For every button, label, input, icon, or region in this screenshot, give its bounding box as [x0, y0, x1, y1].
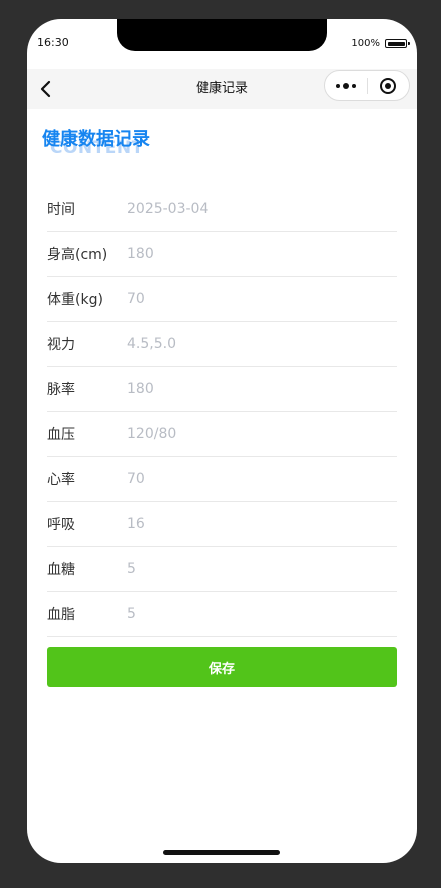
field-label: 视力 [47, 337, 75, 353]
status-bar-right: 100% [351, 38, 410, 49]
form-row-blood-pressure[interactable]: 血压 120/80 [47, 412, 397, 457]
date-input[interactable]: 2025-03-04 [127, 201, 208, 217]
form-row-time[interactable]: 时间 2025-03-04 [47, 187, 397, 232]
field-label: 时间 [47, 202, 75, 218]
form-row-vision[interactable]: 视力 4.5,5.0 [47, 322, 397, 367]
battery-icon [385, 39, 410, 48]
battery-percent: 100% [351, 38, 380, 49]
page-heading-block: CONTENT 健康数据记录 [42, 125, 242, 165]
status-time: 16:30 [37, 36, 69, 49]
save-button[interactable]: 保存 [47, 647, 397, 687]
field-label: 脉率 [47, 382, 75, 398]
blood-sugar-input[interactable]: 5 [127, 561, 136, 577]
form-row-blood-sugar[interactable]: 血糖 5 [47, 547, 397, 592]
respiration-input[interactable]: 16 [127, 516, 145, 532]
health-form: 时间 2025-03-04 身高(cm) 180 体重(kg) 70 视力 4.… [47, 187, 397, 637]
field-label: 血压 [47, 427, 75, 443]
field-label: 呼吸 [47, 517, 75, 533]
notch [117, 19, 327, 51]
form-row-heart-rate[interactable]: 心率 70 [47, 457, 397, 502]
field-label: 血糖 [47, 562, 75, 578]
field-label: 心率 [47, 472, 75, 488]
field-label: 血脂 [47, 607, 75, 623]
form-row-respiration[interactable]: 呼吸 16 [47, 502, 397, 547]
home-indicator[interactable] [163, 850, 280, 855]
field-label: 身高(cm) [47, 247, 108, 263]
vision-input[interactable]: 4.5,5.0 [127, 336, 176, 352]
form-row-height[interactable]: 身高(cm) 180 [47, 232, 397, 277]
form-row-pulse[interactable]: 脉率 180 [47, 367, 397, 412]
blood-pressure-input[interactable]: 120/80 [127, 426, 176, 442]
navbar: 健康记录 [27, 69, 417, 109]
blood-lipid-input[interactable]: 5 [127, 606, 136, 622]
field-label: 体重(kg) [47, 292, 103, 308]
page-title: 健康数据记录 [42, 129, 150, 150]
form-row-weight[interactable]: 体重(kg) 70 [47, 277, 397, 322]
capsule-menu [324, 70, 410, 101]
height-input[interactable]: 180 [127, 246, 154, 262]
weight-input[interactable]: 70 [127, 291, 145, 307]
phone-screen: 16:30 100% 健康记录 CONTENT 健康数据记录 时间 2025-0… [27, 19, 417, 863]
pulse-input[interactable]: 180 [127, 381, 154, 397]
close-mini-program-icon[interactable] [367, 71, 409, 100]
more-options-icon[interactable] [325, 71, 367, 100]
heart-rate-input[interactable]: 70 [127, 471, 145, 487]
form-row-blood-lipid[interactable]: 血脂 5 [47, 592, 397, 637]
